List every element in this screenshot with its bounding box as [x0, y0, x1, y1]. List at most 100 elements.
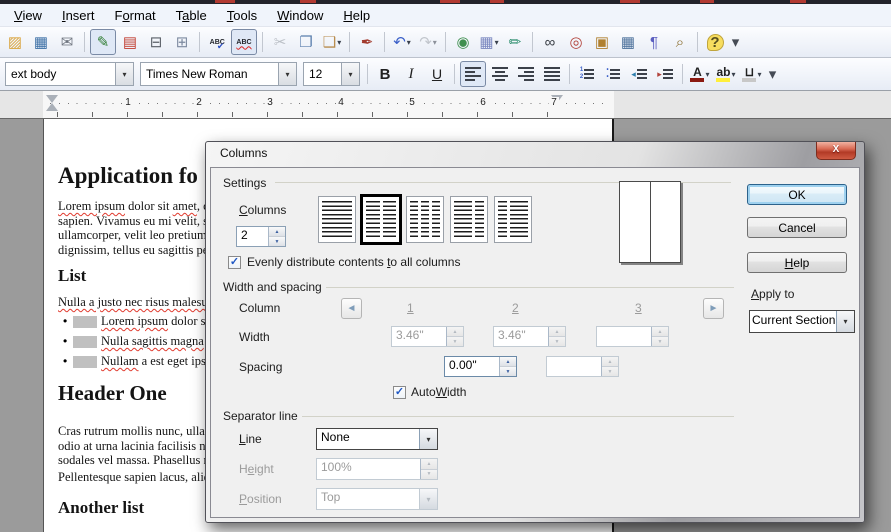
undo-icon[interactable]: ↶▾	[390, 30, 414, 54]
toolbar-separator	[697, 32, 698, 52]
bullets-on-off-icon[interactable]: • •	[601, 62, 625, 86]
email-icon[interactable]: ✉	[55, 30, 79, 54]
next-column-button[interactable]: ►	[703, 298, 724, 319]
menubar: ViewInsertFormatTableToolsWindowHelp	[0, 4, 891, 27]
align-left-icon[interactable]	[460, 61, 486, 87]
menu-item-tools[interactable]: Tools	[217, 6, 267, 25]
data-sources-icon[interactable]: ▦	[616, 30, 640, 54]
align-center-icon[interactable]	[488, 62, 512, 86]
bold-icon[interactable]: B	[373, 62, 397, 86]
apply-to-label: Apply to	[751, 287, 794, 301]
apply-to-select[interactable]: Current Section ▾	[749, 310, 855, 333]
list-item: Nullam a est eget ipsu	[101, 354, 212, 369]
dropdown-arrow-icon[interactable]: ▾	[115, 63, 133, 85]
auto-spellcheck-icon[interactable]: ABC	[231, 29, 257, 55]
dropdown-arrow-icon[interactable]: ▾	[495, 38, 499, 47]
first-line-indent-marker[interactable]	[46, 95, 58, 103]
evenly-distribute-checkbox[interactable]: ✓	[228, 256, 241, 269]
toolbar-more-icon[interactable]: ▾	[766, 62, 779, 86]
background-color-icon[interactable]: ⊔▾	[740, 62, 764, 86]
help-icon[interactable]: ?	[703, 30, 727, 54]
preset-left-wide-button[interactable]	[450, 196, 488, 243]
toolbar-separator	[84, 32, 85, 52]
left-indent-marker[interactable]	[46, 103, 58, 111]
column-number-1: 1	[407, 301, 414, 315]
spin-down-icon: ▼	[269, 237, 285, 246]
navigator-icon[interactable]: ◎	[564, 30, 588, 54]
dropdown-arrow-icon[interactable]: ▾	[757, 70, 761, 79]
dropdown-arrow-icon[interactable]: ▾	[732, 70, 736, 79]
ok-button[interactable]: OK	[747, 184, 847, 205]
numbering-on-off-icon[interactable]: 1 2	[575, 62, 599, 86]
document-text-line: ullamcorper, velit leo pretium	[58, 228, 207, 243]
italic-icon[interactable]: I	[399, 62, 423, 86]
hyperlink-icon[interactable]: ◉	[451, 30, 475, 54]
close-icon[interactable]: X	[816, 142, 856, 160]
toolbar-more-icon[interactable]: ▾	[729, 30, 742, 54]
draw-functions-icon[interactable]: ✏	[503, 30, 527, 54]
print-icon[interactable]: ⊟	[144, 30, 168, 54]
dropdown-arrow-icon[interactable]: ▾	[337, 38, 341, 47]
cancel-button[interactable]: Cancel	[747, 217, 847, 238]
ruler-number: 3	[265, 97, 275, 108]
line-style-select[interactable]: None ▾	[316, 428, 438, 450]
menu-item-table[interactable]: Table	[166, 6, 217, 25]
save-icon[interactable]: ▦	[29, 30, 53, 54]
preset-two-columns-button[interactable]	[360, 194, 402, 245]
toolbar-separator	[454, 64, 455, 84]
redo-icon[interactable]: ↷▾	[416, 30, 440, 54]
preset-one-column-button[interactable]	[318, 196, 356, 243]
edit-file-icon[interactable]: ✎	[90, 29, 116, 55]
preset-right-wide-button[interactable]	[494, 196, 532, 243]
field-shading	[73, 356, 97, 368]
font-color-icon[interactable]: A▾	[688, 62, 712, 86]
spin-up-icon: ▲	[269, 227, 285, 237]
cut-icon[interactable]: ✂	[268, 30, 292, 54]
insert-table-icon[interactable]: ▦▾	[477, 30, 501, 54]
ruler-ticks	[50, 103, 610, 104]
align-right-icon[interactable]	[514, 62, 538, 86]
decrease-indent-icon[interactable]: ◂	[627, 62, 651, 86]
open-icon[interactable]: ▨	[3, 30, 27, 54]
previous-column-button[interactable]: ◄	[341, 298, 362, 319]
export-pdf-icon[interactable]: ▤	[118, 30, 142, 54]
ruler-number: 5	[407, 97, 417, 108]
formatting-marks-icon[interactable]: ¶	[642, 30, 666, 54]
justified-icon[interactable]	[540, 62, 564, 86]
menu-item-help[interactable]: Help	[333, 6, 380, 25]
settings-group-label: Settings	[223, 176, 270, 190]
dropdown-arrow-icon[interactable]: ▾	[341, 63, 359, 85]
find-replace-icon[interactable]: ∞	[538, 30, 562, 54]
line-position-select: Top ▾	[316, 488, 438, 510]
dropdown-arrow-icon[interactable]: ▾	[407, 38, 411, 47]
menu-item-insert[interactable]: Insert	[52, 6, 105, 25]
menu-item-format[interactable]: Format	[104, 6, 165, 25]
paste-icon[interactable]: ❑▾	[320, 30, 344, 54]
spelling-check-icon[interactable]: ABC✔	[205, 30, 229, 54]
dropdown-arrow-icon[interactable]: ▾	[705, 70, 709, 79]
evenly-distribute-label: Evenly distribute contents to all column…	[247, 255, 460, 269]
columns-preview	[619, 181, 681, 263]
underline-icon[interactable]: U	[425, 62, 449, 86]
help-button[interactable]: Help	[747, 252, 847, 273]
gallery-icon[interactable]: ▣	[590, 30, 614, 54]
dropdown-arrow-icon[interactable]: ▾	[433, 38, 437, 47]
preset-three-columns-button[interactable]	[406, 196, 444, 243]
font-size-combobox[interactable]: 12▾	[303, 62, 360, 86]
highlighting-icon[interactable]: ab▾	[714, 62, 738, 86]
zoom-icon[interactable]: ⌕	[668, 30, 692, 54]
menu-item-window[interactable]: Window	[267, 6, 333, 25]
copy-icon[interactable]: ❐	[294, 30, 318, 54]
list-item: Lorem ipsum dolor sit a	[101, 314, 221, 329]
dropdown-arrow-icon[interactable]: ▾	[278, 63, 296, 85]
columns-count-spinner[interactable]: 2 ▲▼	[236, 226, 286, 247]
paragraph-style-combobox[interactable]: ext body▾	[5, 62, 134, 86]
font-name-combobox[interactable]: Times New Roman▾	[140, 62, 297, 86]
font-size-value: 12	[304, 67, 341, 81]
menu-item-view[interactable]: View	[4, 6, 52, 25]
increase-indent-icon[interactable]: ▸	[653, 62, 677, 86]
format-paintbrush-icon[interactable]: ✒	[355, 30, 379, 54]
page-preview-icon[interactable]: ⊞	[170, 30, 194, 54]
spacing-1-input[interactable]: 0.00" ▲▼	[444, 356, 517, 377]
autowidth-checkbox[interactable]: ✓	[393, 386, 406, 399]
